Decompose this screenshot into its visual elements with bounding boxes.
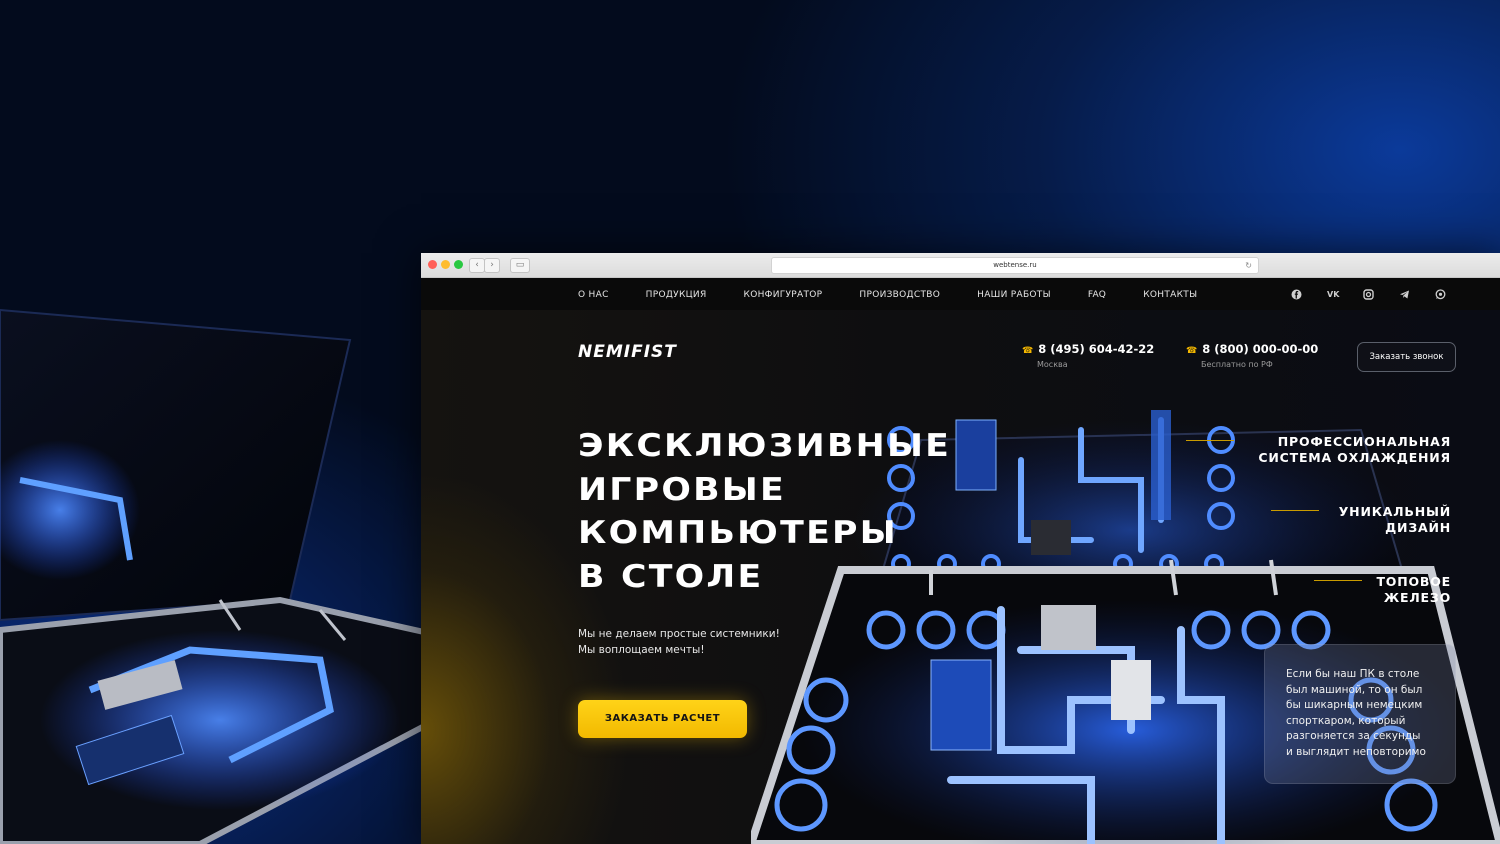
maximize-window-button[interactable]	[454, 260, 463, 269]
feature-line-text: УНИКАЛЬНЫЙ	[1338, 504, 1451, 519]
headline-line: ИГРОВЫЕ	[578, 471, 786, 508]
whatsapp-icon[interactable]	[1435, 289, 1446, 300]
nav-item-production[interactable]: ПРОИЗВОДСТВО	[859, 290, 940, 300]
headline-line: В СТОЛЕ	[578, 558, 764, 595]
nav-item-products[interactable]: ПРОДУКЦИЯ	[646, 290, 707, 300]
browser-toolbar: ‹ › ▭ webtense.ru ↻	[421, 253, 1500, 278]
order-call-button[interactable]: Заказать звонок	[1357, 342, 1456, 372]
phone-icon: ☎	[1186, 346, 1198, 356]
feature-line	[1270, 510, 1319, 511]
site-top-nav: О НАС ПРОДУКЦИЯ КОНФИГУРАТОР ПРОИЗВОДСТВ…	[421, 278, 1500, 311]
phone-moscow[interactable]: ☎ 8 (495) 604-42-22 Москва	[1022, 342, 1154, 369]
lead-line: Мы не делаем простые системники!	[578, 628, 780, 640]
phone-icon: ☎	[1022, 346, 1034, 356]
instagram-icon[interactable]	[1363, 289, 1374, 300]
headline-line: КОМПЬЮТЕРЫ	[578, 515, 898, 551]
hero-section: NEMIFIST ☎ 8 (495) 604-42-22 Москва ☎ 8 (8…	[421, 310, 1500, 844]
telegram-icon[interactable]	[1399, 289, 1410, 300]
phone-moscow-label: Москва	[1037, 360, 1068, 369]
feature-line-text: ДИЗАЙН	[1385, 519, 1451, 535]
quote-text: Если бы наш ПК в столе был машиной, то о…	[1286, 668, 1426, 758]
feature-line-text: ТОПОВОЕ	[1376, 574, 1451, 589]
quote-card: Если бы наш ПК в столе был машиной, то о…	[1264, 644, 1456, 784]
hero-lead: Мы не делаем простые системники! Мы вопл…	[578, 626, 780, 658]
hero-headline: ЭКСКЛЮЗИВНЫЕ ИГРОВЫЕ КОМПЬЮТЕРЫ В СТОЛЕ	[578, 425, 949, 599]
nav-item-about[interactable]: О НАС	[578, 290, 609, 300]
phone-free-label: Бесплатно по РФ	[1201, 360, 1273, 369]
phone-moscow-number: 8 (495) 604-42-22	[1038, 342, 1155, 356]
feature-cooling: ПРОФЕССИОНАЛЬНАЯ СИСТЕМА ОХЛАЖДЕНИЯ	[1186, 434, 1451, 465]
feature-line	[1314, 580, 1363, 581]
minimize-window-button[interactable]	[441, 260, 450, 269]
nav-item-contacts[interactable]: КОНТАКТЫ	[1143, 290, 1197, 300]
vk-icon[interactable]: VK	[1327, 289, 1339, 300]
nav-item-configurator[interactable]: КОНФИГУРАТОР	[744, 290, 823, 300]
facebook-icon[interactable]	[1291, 289, 1302, 300]
headline-line: ЭКСКЛЮЗИВНЫЕ	[578, 428, 952, 464]
address-bar[interactable]: webtense.ru ↻	[771, 257, 1259, 274]
social-links: VK	[1266, 289, 1446, 300]
close-window-button[interactable]	[428, 260, 437, 269]
browser-window: ‹ › ▭ webtense.ru ↻ О НАС ПРОДУКЦИЯ КОНФ…	[421, 253, 1500, 844]
feature-line	[1186, 440, 1235, 441]
feature-design: УНИКАЛЬНЫЙ ДИЗАЙН	[1270, 504, 1451, 535]
sidebar-icon[interactable]: ▭	[510, 258, 530, 273]
feature-line-text: ЖЕЛЕЗО	[1383, 589, 1451, 605]
back-icon[interactable]: ‹	[469, 258, 485, 273]
order-estimate-button[interactable]: ЗАКАЗАТЬ РАСЧЕТ	[578, 700, 747, 738]
forward-icon[interactable]: ›	[484, 258, 500, 273]
nav-item-works[interactable]: НАШИ РАБОТЫ	[977, 290, 1051, 300]
feature-line-text: СИСТЕМА ОХЛАЖДЕНИЯ	[1258, 449, 1451, 465]
phone-free-number: 8 (800) 000-00-00	[1202, 342, 1319, 356]
feature-line-text: ПРОФЕССИОНАЛЬНАЯ	[1277, 434, 1451, 449]
nav-item-faq[interactable]: FAQ	[1088, 290, 1106, 300]
reload-icon[interactable]: ↻	[1245, 258, 1252, 273]
lead-line: Мы воплощаем мечты!	[578, 644, 705, 656]
site-logo[interactable]: NEMIFIST	[578, 342, 677, 362]
main-menu: О НАС ПРОДУКЦИЯ КОНФИГУРАТОР ПРОИЗВОДСТВ…	[578, 278, 1234, 311]
feature-hardware: ТОПОВОЕ ЖЕЛЕЗО	[1314, 574, 1451, 605]
url-text: webtense.ru	[993, 261, 1037, 269]
phone-free[interactable]: ☎ 8 (800) 000-00-00 Бесплатно по РФ	[1186, 342, 1318, 369]
